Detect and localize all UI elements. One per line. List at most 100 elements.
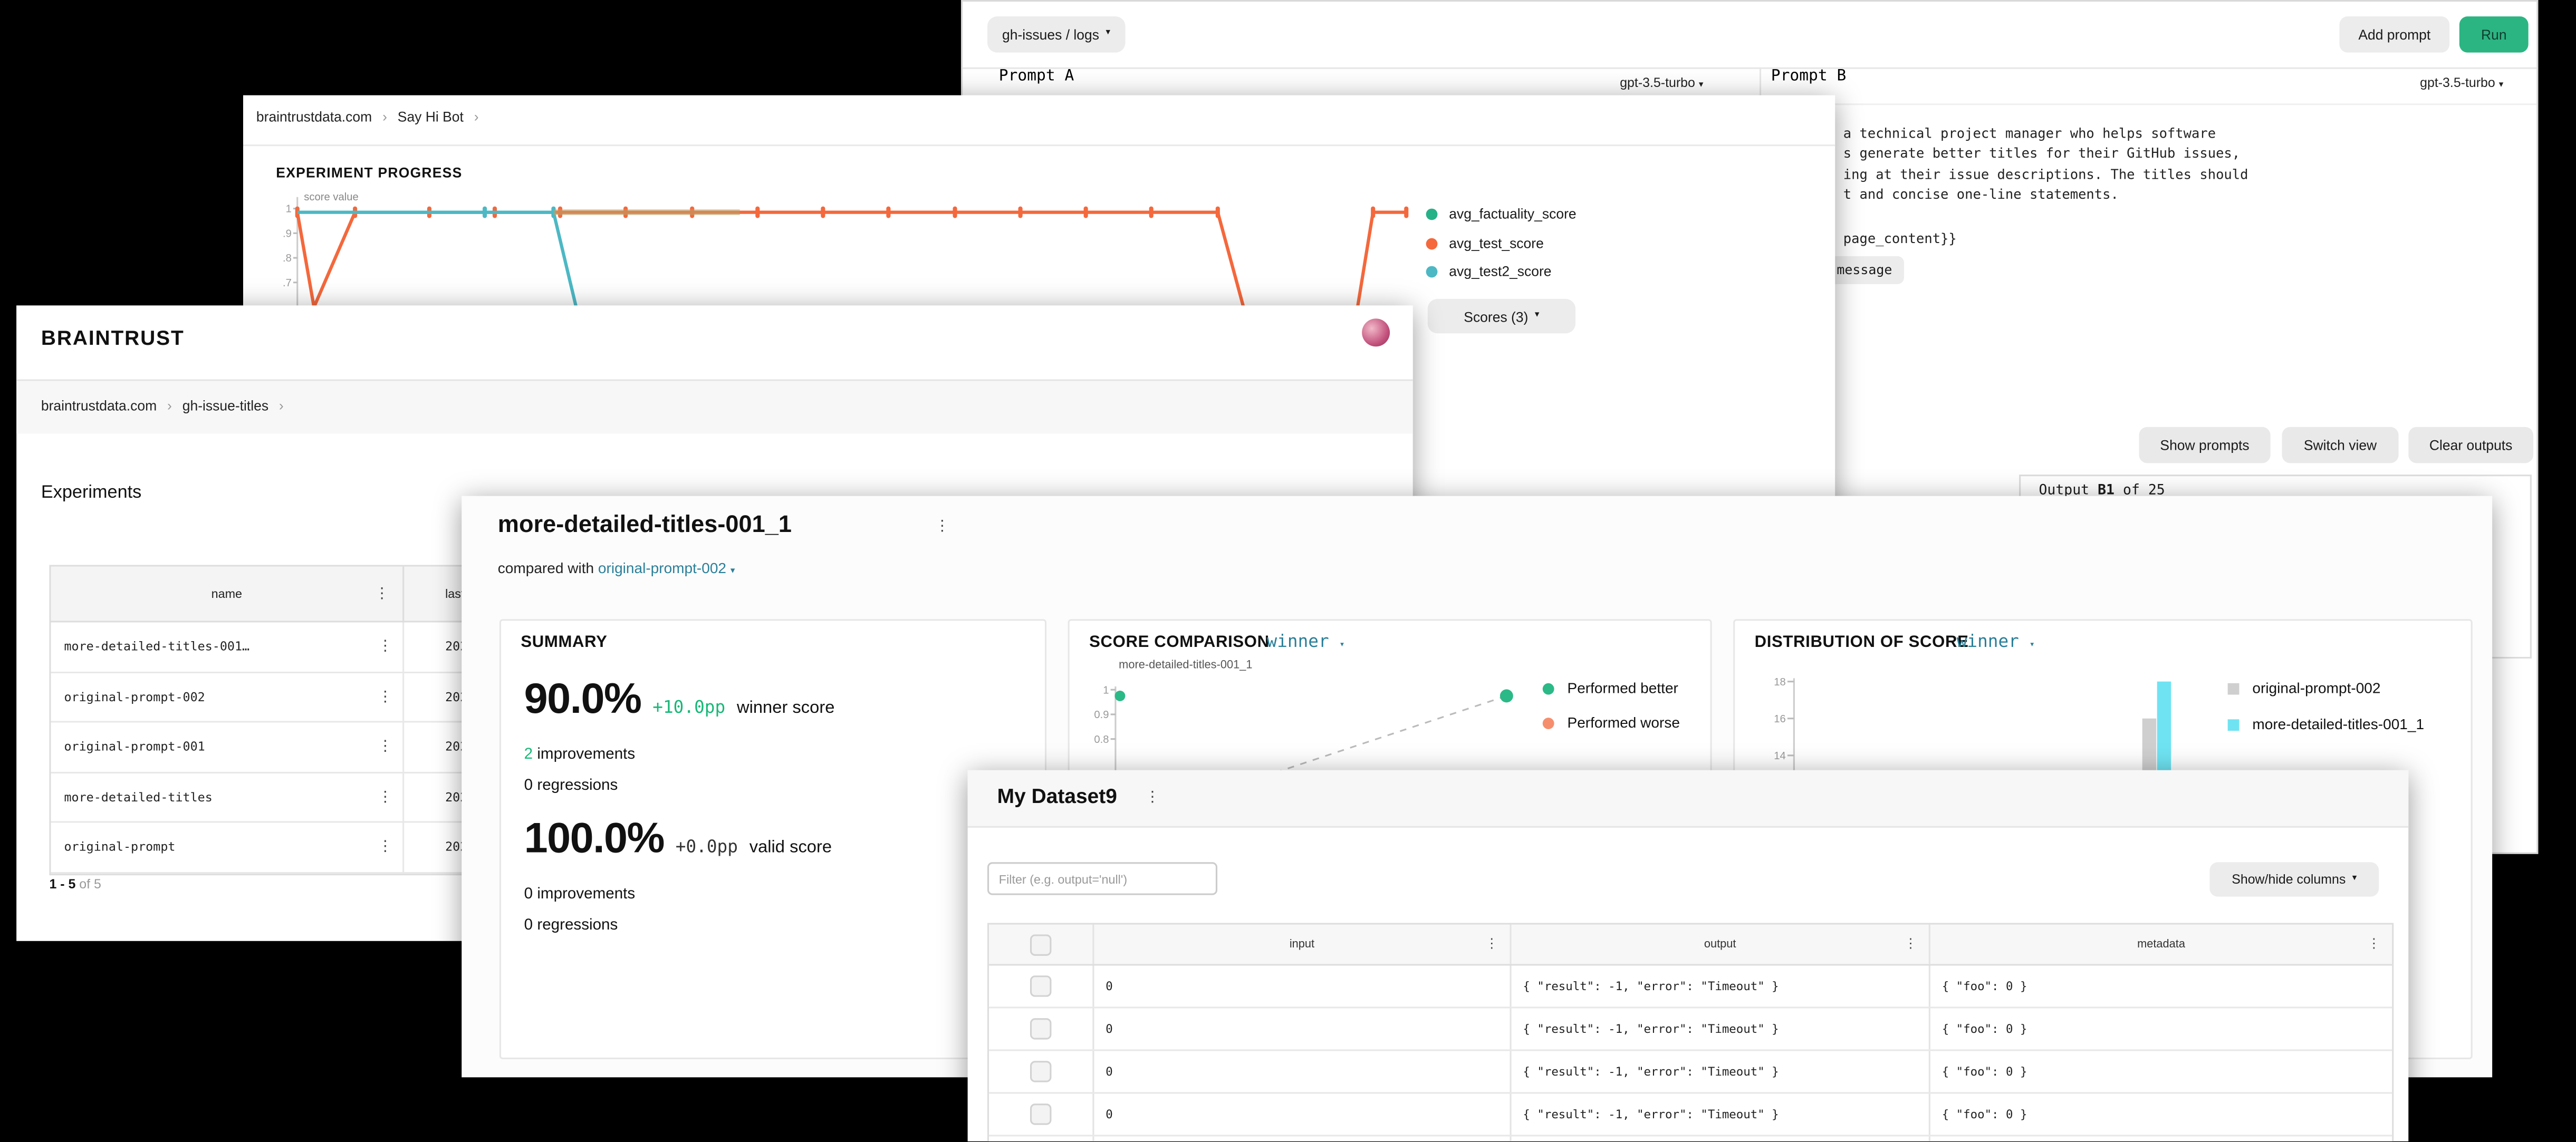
dataset-row[interactable]: 0{ "result": -1, "error": "Timeout" }{ "…: [989, 1008, 2392, 1051]
regressions-count: 0: [524, 916, 533, 934]
chevron-right-icon: ›: [167, 398, 172, 414]
cell-output: { "result": -1, "error": "Timeout" }: [1512, 1051, 1930, 1092]
breadcrumb-org[interactable]: braintrustdata.com: [256, 109, 372, 125]
experiment-name[interactable]: original-prompt-002: [64, 689, 205, 704]
row-checkbox[interactable]: [1030, 1018, 1051, 1039]
prompt-b-model-dropdown[interactable]: gpt-3.5-turbo ▾: [2420, 75, 2503, 91]
window-dataset: My Dataset9 ⋮ Show/hide columns ▾ input …: [968, 770, 2409, 1142]
column-header-output[interactable]: output ⋮: [1512, 925, 1930, 964]
winner-score-label: winner score: [737, 698, 834, 718]
svg-text:0.9: 0.9: [1094, 709, 1109, 721]
kebab-icon[interactable]: ⋮: [374, 586, 389, 601]
breadcrumb-band: braintrustdata.com › gh-issue-titles ›: [16, 381, 1413, 434]
divider: [243, 144, 1835, 146]
valid-score-pct: 100.0%: [524, 813, 664, 864]
improvements-count: 2: [524, 746, 533, 763]
dataset-row[interactable]: 0{ "result": -1, "error": "Timeout" }{ "…: [989, 1136, 2392, 1142]
kebab-icon[interactable]: ⋮: [378, 739, 392, 754]
experiment-name[interactable]: original-prompt-001: [64, 739, 205, 754]
show-prompts-button[interactable]: Show prompts: [2139, 427, 2270, 463]
kebab-icon[interactable]: ⋮: [378, 639, 392, 654]
dataset-row[interactable]: 0{ "result": -1, "error": "Timeout" }{ "…: [989, 966, 2392, 1009]
filter-input[interactable]: [987, 862, 1217, 895]
cell-output: { "result": -1, "error": "Timeout" }: [1512, 966, 1930, 1007]
run-button[interactable]: Run: [2459, 16, 2529, 53]
experiment-name[interactable]: original-prompt: [64, 839, 175, 854]
chevron-down-icon: ▾: [2352, 875, 2357, 884]
kebab-icon[interactable]: ⋮: [2367, 938, 2380, 951]
pagination-range: 1 - 5: [49, 877, 75, 892]
chevron-down-icon: ▾: [1339, 641, 1344, 651]
compared-with-dropdown[interactable]: original-prompt-002 ▾: [598, 560, 735, 576]
scores-dropdown[interactable]: Scores (3) ▾: [1428, 299, 1575, 333]
select-all-checkbox[interactable]: [1030, 934, 1051, 955]
summary-heading: SUMMARY: [521, 634, 607, 652]
improvements-label: improvements: [537, 746, 635, 763]
prompt-b-variable: page_content}}: [1843, 230, 1957, 246]
legend-label: original-prompt-002: [2252, 680, 2380, 696]
breadcrumb-org[interactable]: braintrustdata.com: [41, 398, 157, 414]
regressions-label: regressions: [537, 777, 618, 795]
switch-view-button[interactable]: Switch view: [2282, 427, 2398, 463]
column-header-input[interactable]: input ⋮: [1094, 925, 1511, 964]
kebab-icon[interactable]: ⋮: [1485, 938, 1498, 951]
avatar[interactable]: [1362, 318, 1390, 346]
cell-output: { "result": -1, "error": "Timeout" }: [1512, 1093, 1930, 1135]
add-prompt-button[interactable]: Add prompt: [2339, 16, 2449, 53]
distribution-selector[interactable]: winner ▾: [1957, 632, 2035, 652]
pagination-total: of 5: [79, 877, 101, 892]
kebab-icon[interactable]: ⋮: [935, 519, 949, 534]
svg-text:1: 1: [1103, 684, 1109, 696]
experiment-name[interactable]: more-detailed-titles-001…: [64, 639, 249, 654]
score-comparison-selector[interactable]: winner ▾: [1267, 632, 1345, 652]
svg-text:16: 16: [1774, 713, 1786, 725]
dataset-row[interactable]: 0{ "result": -1, "error": "Timeout" }{ "…: [989, 1051, 2392, 1093]
winner-improvements: 2 improvements: [524, 746, 636, 763]
kebab-icon[interactable]: ⋮: [1904, 938, 1917, 951]
kebab-icon[interactable]: ⋮: [378, 789, 392, 804]
breadcrumb-project[interactable]: Say Hi Bot: [398, 109, 464, 125]
project-selector-dropdown[interactable]: gh-issues / logs ▾: [987, 16, 1125, 53]
column-header-name[interactable]: name ⋮: [51, 567, 405, 621]
show-hide-columns-label: Show/hide columns: [2232, 872, 2346, 887]
show-hide-columns-dropdown[interactable]: Show/hide columns ▾: [2209, 862, 2379, 896]
kebab-icon[interactable]: ⋮: [378, 689, 392, 704]
row-checkbox[interactable]: [1030, 1061, 1051, 1082]
chevron-right-icon: ›: [279, 398, 284, 414]
legend-label: more-detailed-titles-001_1: [2252, 716, 2424, 732]
summary-card: SUMMARY 90.0% +10.0pp winner score 2 imp…: [499, 619, 1046, 1059]
experiment-name[interactable]: more-detailed-titles: [64, 789, 212, 804]
valid-score-label: valid score: [749, 838, 832, 857]
column-header-metadata[interactable]: metadata ⋮: [1930, 925, 2392, 964]
kebab-icon[interactable]: ⋮: [378, 839, 392, 854]
breadcrumb-project[interactable]: gh-issue-titles: [182, 398, 268, 414]
cell-input: 0: [1094, 966, 1511, 1007]
dataset-row[interactable]: 0{ "result": -1, "error": "Timeout" }{ "…: [989, 1093, 2392, 1136]
svg-text:1: 1: [286, 204, 292, 215]
pagination: 1 - 5 of 5: [49, 877, 101, 892]
svg-text:0.8: 0.8: [1094, 734, 1109, 746]
prompt-b-text[interactable]: a technical project manager who helps so…: [1843, 123, 2248, 205]
desktop: gh-issues / logs ▾ Add prompt Run Prompt…: [0, 0, 2576, 1142]
legend-item: more-detailed-titles-001_1: [2228, 716, 2424, 732]
row-checkbox[interactable]: [1030, 1104, 1051, 1125]
chevron-down-icon: ▾: [2030, 641, 2035, 651]
breadcrumb: braintrustdata.com › gh-issue-titles ›: [41, 398, 290, 414]
kebab-icon[interactable]: ⋮: [1145, 790, 1160, 805]
chevron-down-icon: ▾: [1699, 81, 1704, 91]
experiment-title: more-detailed-titles-001_1: [498, 512, 792, 539]
chevron-right-icon: ›: [382, 109, 387, 125]
message-chip[interactable]: message: [1825, 256, 1904, 284]
legend-dot-better: [1543, 682, 1554, 694]
row-checkbox[interactable]: [1030, 975, 1051, 996]
chevron-down-icon: ▾: [730, 567, 735, 577]
legend-item: avg_factuality_score: [1426, 205, 1577, 221]
svg-text:0.7: 0.7: [283, 277, 292, 289]
clear-outputs-button[interactable]: Clear outputs: [2408, 427, 2533, 463]
cell-metadata: { "foo": 0 }: [1930, 966, 2392, 1007]
prompt-a-model-dropdown[interactable]: gpt-3.5-turbo ▾: [1620, 75, 1703, 91]
legend-dot-green: [1426, 208, 1438, 219]
braintrust-logo[interactable]: BRAINTRUST: [41, 327, 185, 350]
select-all-cell: [989, 925, 1094, 964]
score-comparison-heading: SCORE COMPARISON: [1089, 634, 1270, 652]
